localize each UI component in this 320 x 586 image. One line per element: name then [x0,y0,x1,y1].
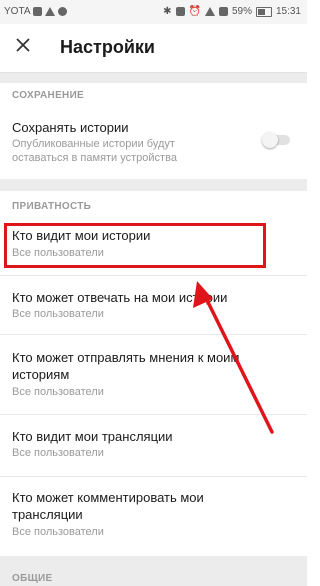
arrow-annotation [193,281,274,434]
